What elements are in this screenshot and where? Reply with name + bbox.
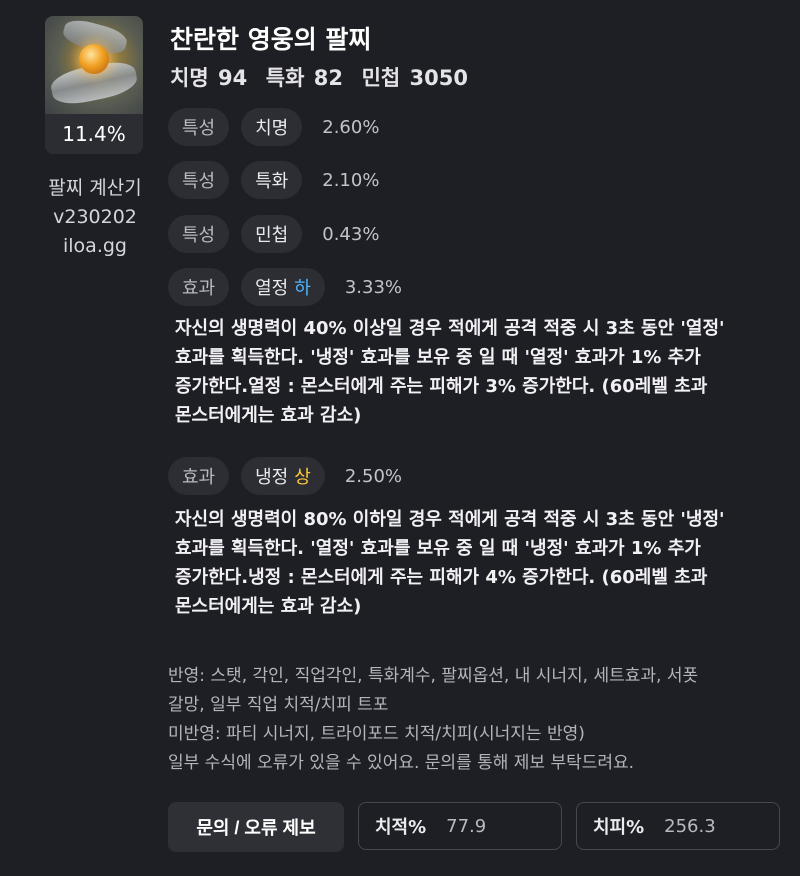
- notes-errors: 일부 수식에 오류가 있을 수 있어요. 문의를 통해 제보 부탁드려요.: [168, 753, 635, 773]
- effect-description: 자신의 생명력이 80% 이하일 경우 적에게 공격 적중 시 3초 동안 '냉…: [175, 505, 775, 621]
- notes-reflected-cont: 갈망, 일부 직업 치적/치피 트포: [168, 695, 389, 715]
- crit-rate-field[interactable]: 치적% 77.9: [358, 802, 562, 850]
- effect-value: 2.50%: [344, 465, 402, 487]
- calculator-site: iloa.gg: [63, 235, 127, 257]
- option-value: 0.43%: [322, 223, 380, 245]
- effect-grade: 하: [294, 278, 311, 299]
- effect-description-line: 자신의 생명력이 80% 이하일 경우 적에게 공격 적중 시 3초 동안 '냉…: [175, 509, 725, 530]
- effect-description-line: 증가한다.열정 : 몬스터에게 주는 피해가 3% 증가한다. (60레벨 초과: [175, 376, 708, 397]
- option-name-tag: 민첩: [241, 215, 303, 253]
- option-type-tag: 특성: [168, 161, 230, 199]
- bracelet-icon: [45, 16, 143, 114]
- effect-grade: 상: [294, 467, 311, 488]
- effect-row: 효과 열정 하 3.33%: [168, 268, 402, 306]
- crit-rate-value[interactable]: 77.9: [446, 816, 486, 837]
- notes-not-reflected: 미반영: 파티 시너지, 트라이포드 치적/치피(시너지는 반영): [168, 724, 585, 744]
- effect-value: 3.33%: [344, 276, 402, 298]
- effect-description-line: 몬스터에게는 효과 감소): [175, 405, 362, 426]
- effect-name-tag: 냉정 상: [241, 457, 325, 495]
- option-type-tag: 특성: [168, 108, 230, 146]
- option-name-tag: 특화: [241, 161, 303, 199]
- effect-description-line: 효과를 획득한다. '냉정' 효과를 보유 중 일 때 '열정' 효과가 1% …: [175, 347, 701, 368]
- effect-name: 열정: [255, 278, 289, 299]
- calculator-info: 팔찌 계산기 v230202 iloa.gg: [39, 174, 151, 261]
- option-row: 특성 치명 2.60%: [168, 108, 379, 146]
- effect-description-line: 증가한다.냉정 : 몬스터에게 주는 피해가 4% 증가한다. (60레벨 초과: [175, 567, 708, 588]
- effect-description-line: 자신의 생명력이 40% 이상일 경우 적에게 공격 적중 시 3초 동안 '열…: [175, 318, 725, 339]
- option-row: 특성 민첩 0.43%: [168, 215, 379, 253]
- report-error-button[interactable]: 문의 / 오류 제보: [168, 802, 344, 852]
- effect-name: 냉정: [255, 467, 289, 488]
- effect-type-tag: 효과: [168, 268, 230, 306]
- option-name-tag: 치명: [241, 108, 303, 146]
- effect-description-line: 효과를 획득한다. '열정' 효과를 보유 중 일 때 '냉정' 효과가 1% …: [175, 538, 701, 559]
- option-value: 2.60%: [322, 116, 380, 138]
- effect-description: 자신의 생명력이 40% 이상일 경우 적에게 공격 적중 시 3초 동안 '열…: [175, 314, 775, 430]
- effect-name-tag: 열정 하: [241, 268, 325, 306]
- notes-reflected: 반영: 스탯, 각인, 직업각인, 특화계수, 팔찌옵션, 내 시너지, 세트효…: [168, 666, 699, 686]
- crit-damage-field[interactable]: 치피% 256.3: [576, 802, 780, 850]
- crit-damage-value[interactable]: 256.3: [664, 816, 716, 837]
- option-row: 특성 특화 2.10%: [168, 161, 379, 199]
- effect-description-line: 몬스터에게는 효과 감소): [175, 596, 362, 617]
- option-value: 2.10%: [322, 169, 380, 191]
- option-type-tag: 특성: [168, 215, 230, 253]
- notes: 반영: 스탯, 각인, 직업각인, 특화계수, 팔찌옵션, 내 시너지, 세트효…: [168, 662, 783, 778]
- effect-row: 효과 냉정 상 2.50%: [168, 457, 402, 495]
- calculator-name: 팔찌 계산기: [48, 177, 142, 199]
- item-name: 찬란한 영웅의 팔찌: [170, 25, 372, 54]
- crit-damage-label: 치피%: [593, 817, 645, 838]
- item-stats: 치명 94 특화 82 민첩 3050: [170, 66, 468, 90]
- item-panel: 11.4% 팔찌 계산기 v230202 iloa.gg: [45, 16, 145, 261]
- calculator-version: v230202: [53, 206, 137, 228]
- crit-rate-label: 치적%: [375, 817, 427, 838]
- item-percent: 11.4%: [45, 114, 143, 154]
- footer-bar: 문의 / 오류 제보 치적% 77.9 치피% 256.3: [168, 802, 780, 852]
- effect-type-tag: 효과: [168, 457, 230, 495]
